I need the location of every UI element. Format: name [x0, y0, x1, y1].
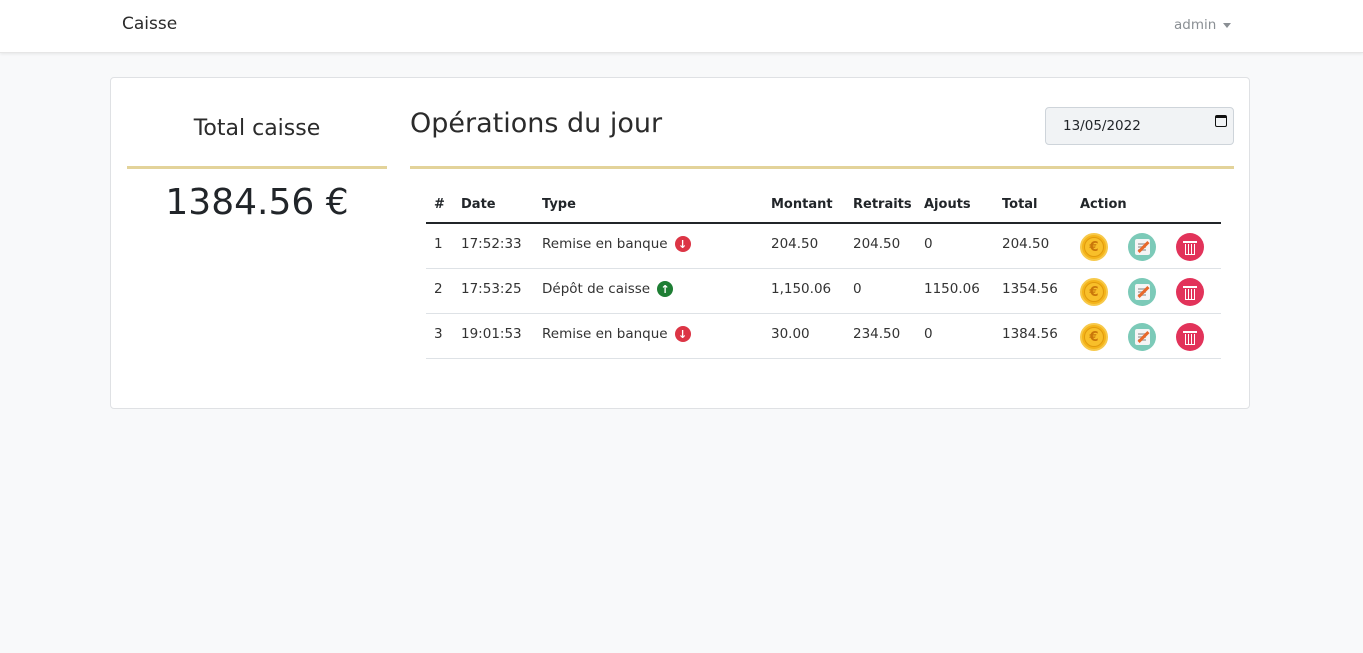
row-time: 19:01:53 [461, 326, 522, 342]
euro-coin-icon[interactable]: € [1080, 323, 1108, 351]
row-num: 1 [434, 236, 443, 252]
row-montant: 204.50 [771, 236, 819, 252]
edit-note-icon[interactable] [1128, 278, 1156, 306]
row-montant: 30.00 [771, 326, 810, 342]
brand-link[interactable]: Caisse [122, 14, 177, 34]
header-num: # [434, 197, 445, 212]
arrow-down-circle-icon: ↓ [674, 236, 691, 252]
row-type: Dépôt de caisse ↑ [542, 281, 674, 297]
header-date: Date [461, 197, 496, 212]
row-num: 3 [434, 326, 443, 342]
total-caisse-title: Total caisse [193, 116, 321, 141]
divider [127, 166, 387, 169]
main-card: Total caisse 1384.56 € Opérations du jou… [110, 77, 1250, 409]
row-montant: 1,150.06 [771, 281, 832, 297]
row-retraits: 0 [853, 281, 862, 297]
top-navbar: Caisse admin [0, 0, 1363, 53]
caret-down-icon [1223, 23, 1232, 28]
row-retraits: 234.50 [853, 326, 901, 342]
row-type-label: Remise en banque [542, 236, 668, 252]
table-row: 1 17:52:33 Remise en banque ↓ 204.50 204… [426, 224, 1221, 269]
row-time: 17:53:25 [461, 281, 522, 297]
row-type: Remise en banque ↓ [542, 236, 691, 252]
euro-coin-icon[interactable]: € [1080, 278, 1108, 306]
row-total: 1354.56 [1002, 281, 1058, 297]
arrow-up-circle-icon: ↑ [657, 281, 674, 297]
calendar-icon[interactable] [1215, 115, 1227, 127]
edit-note-icon[interactable] [1128, 323, 1156, 351]
trash-icon[interactable] [1176, 278, 1204, 306]
operations-table: # Date Type Montant Retraits Ajouts Tota… [426, 186, 1221, 359]
header-total: Total [1002, 197, 1038, 212]
row-type-label: Remise en banque [542, 326, 668, 342]
header-action: Action [1080, 197, 1127, 212]
date-value: 13/05/2022 [1063, 118, 1141, 134]
operations-title: Opérations du jour [410, 108, 663, 139]
table-row: 3 19:01:53 Remise en banque ↓ 30.00 234.… [426, 314, 1221, 359]
user-dropdown[interactable]: admin [1174, 17, 1232, 33]
table-row: 2 17:53:25 Dépôt de caisse ↑ 1,150.06 0 … [426, 269, 1221, 314]
edit-note-icon[interactable] [1128, 233, 1156, 261]
table-header: # Date Type Montant Retraits Ajouts Tota… [426, 186, 1221, 224]
row-ajouts: 0 [924, 326, 933, 342]
row-total: 1384.56 [1002, 326, 1058, 342]
row-retraits: 204.50 [853, 236, 901, 252]
row-type-label: Dépôt de caisse [542, 281, 651, 297]
arrow-down-circle-icon: ↓ [674, 326, 691, 342]
date-input[interactable]: 13/05/2022 [1045, 107, 1234, 145]
row-ajouts: 0 [924, 236, 933, 252]
header-type: Type [542, 197, 576, 212]
trash-icon[interactable] [1176, 323, 1204, 351]
header-montant: Montant [771, 197, 833, 212]
euro-coin-icon[interactable]: € [1080, 233, 1108, 261]
trash-icon[interactable] [1176, 233, 1204, 261]
row-type: Remise en banque ↓ [542, 326, 691, 342]
total-caisse-value: 1384.56 € [165, 182, 349, 223]
row-ajouts: 1150.06 [924, 281, 980, 297]
row-num: 2 [434, 281, 443, 297]
user-name: admin [1174, 17, 1217, 33]
header-retraits: Retraits [853, 197, 912, 212]
row-total: 204.50 [1002, 236, 1050, 252]
divider [410, 166, 1234, 169]
row-time: 17:52:33 [461, 236, 522, 252]
header-ajouts: Ajouts [924, 197, 971, 212]
